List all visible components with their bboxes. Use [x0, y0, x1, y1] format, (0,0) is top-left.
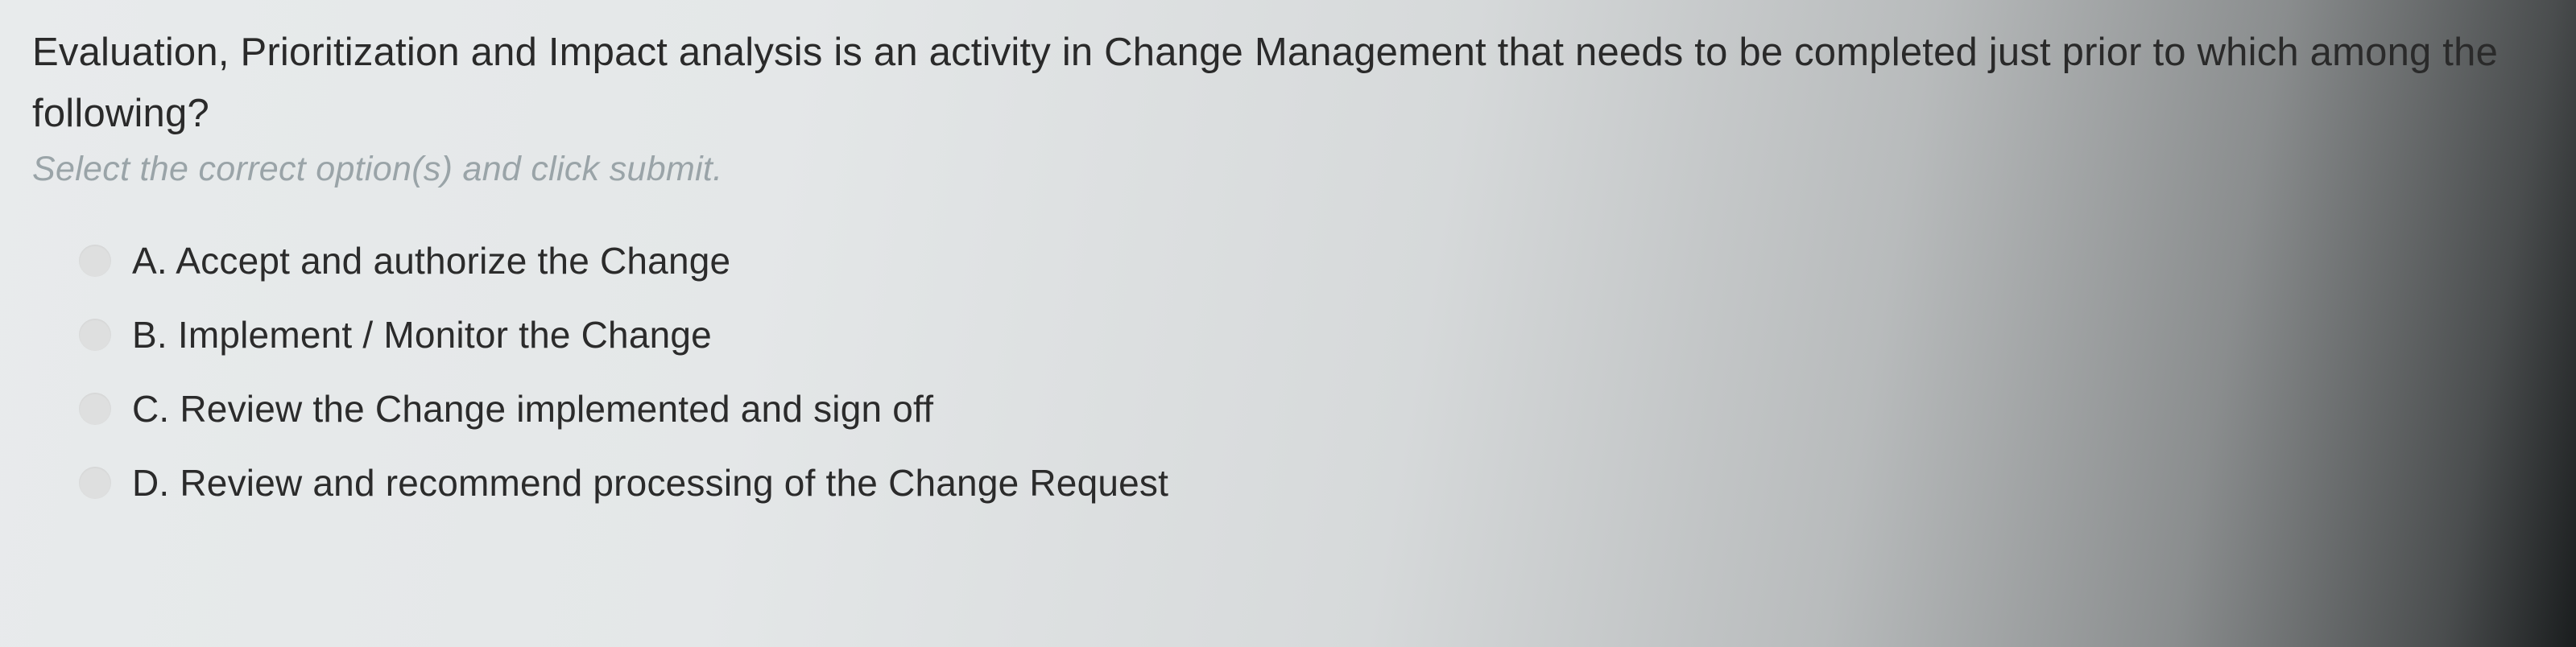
option-label: C. Review the Change implemented and sig… — [132, 387, 933, 431]
question-instruction: Select the correct option(s) and click s… — [32, 150, 2544, 189]
option-label: A. Accept and authorize the Change — [132, 239, 730, 282]
radio-icon[interactable] — [79, 319, 111, 351]
question-text: Evaluation, Prioritization and Impact an… — [32, 23, 2544, 145]
options-list: A. Accept and authorize the Change B. Im… — [32, 239, 2544, 505]
radio-icon[interactable] — [79, 393, 111, 425]
option-label: D. Review and recommend processing of th… — [132, 461, 1168, 505]
radio-icon[interactable] — [79, 245, 111, 277]
radio-icon[interactable] — [79, 467, 111, 499]
option-a[interactable]: A. Accept and authorize the Change — [79, 239, 2544, 282]
option-label: B. Implement / Monitor the Change — [132, 313, 712, 356]
option-d[interactable]: D. Review and recommend processing of th… — [79, 461, 2544, 505]
option-b[interactable]: B. Implement / Monitor the Change — [79, 313, 2544, 356]
option-c[interactable]: C. Review the Change implemented and sig… — [79, 387, 2544, 431]
